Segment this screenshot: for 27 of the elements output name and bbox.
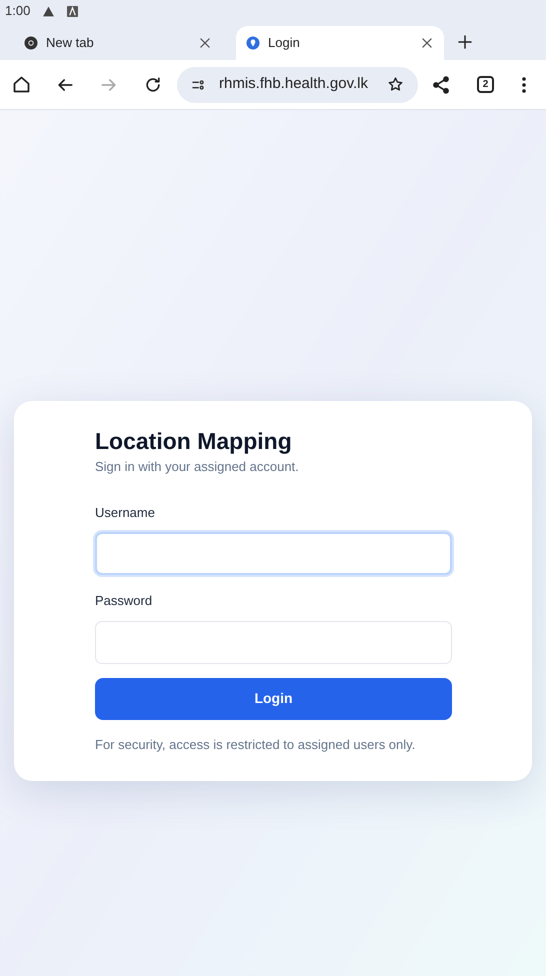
new-tab-icon[interactable] xyxy=(456,33,474,51)
field-label: Username xyxy=(95,504,156,522)
browser-tab[interactable]: New tab xyxy=(14,26,222,60)
close-icon[interactable] xyxy=(420,36,434,50)
share-icon[interactable] xyxy=(431,74,451,94)
address-bar[interactable]: rhmis.fhb.health.gov.lk xyxy=(177,66,418,102)
tab-title: Login xyxy=(268,34,301,52)
status-time: 1:00 xyxy=(5,2,30,20)
login-title: Location Mapping xyxy=(95,427,293,455)
input-field[interactable] xyxy=(95,532,452,575)
home-icon[interactable] xyxy=(11,74,32,95)
url-text: rhmis.fhb.health.gov.lk xyxy=(219,74,369,94)
location-pin-icon xyxy=(246,36,260,50)
warning-icon xyxy=(42,4,56,18)
tab-title: New tab xyxy=(46,34,95,52)
menu-icon[interactable] xyxy=(522,76,526,92)
browser-tab[interactable]: Login xyxy=(236,26,444,60)
close-icon[interactable] xyxy=(198,36,212,50)
tab-count[interactable]: 2 xyxy=(477,76,494,93)
star-icon[interactable] xyxy=(387,76,404,93)
field-label: Password xyxy=(95,592,154,610)
security-note: For security, access is restricted to assigned users only. xyxy=(95,736,416,754)
input-field[interactable] xyxy=(95,620,452,664)
login-subtitle: Sign in with your assigned account. xyxy=(95,458,300,476)
login-button[interactable]: Login xyxy=(95,678,452,720)
browser-logo-icon xyxy=(24,36,38,50)
notification-icon xyxy=(67,6,78,16)
